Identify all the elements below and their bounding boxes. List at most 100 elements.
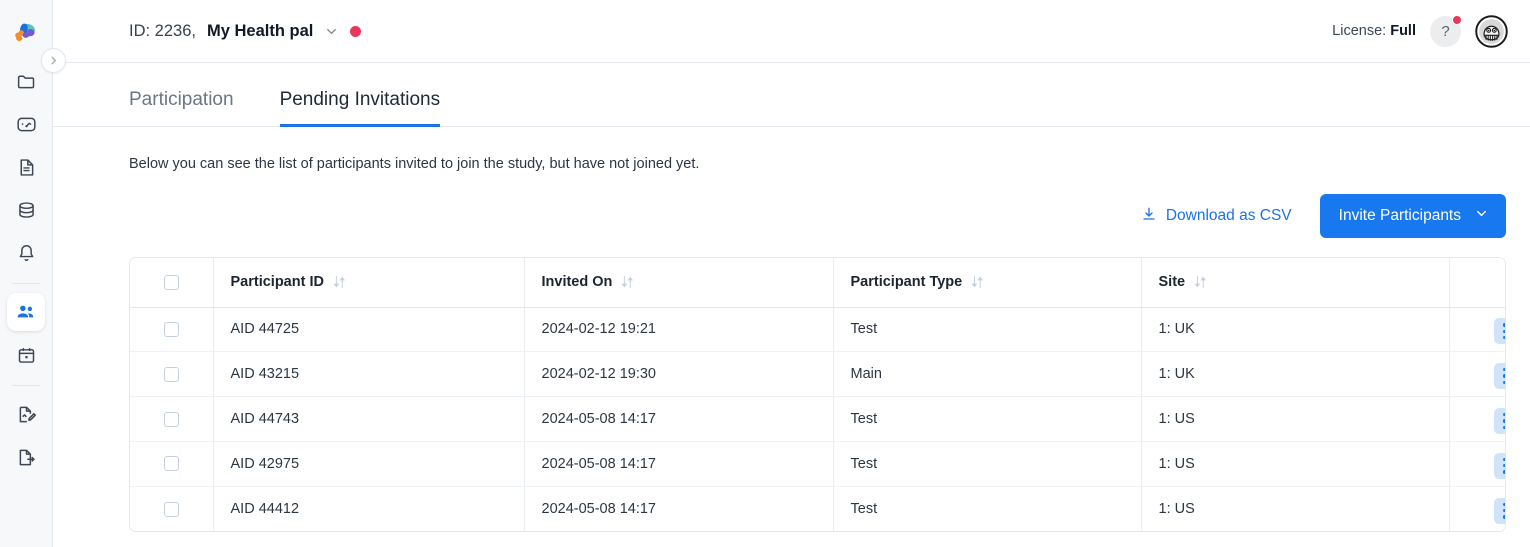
cell-invited-on: 2024-05-08 14:17 <box>524 486 834 531</box>
row-checkbox[interactable] <box>163 501 179 517</box>
column-participant-type-label: Participant Type <box>850 274 963 291</box>
download-csv-label: Download as CSV <box>1165 207 1292 224</box>
row-checkbox[interactable] <box>163 411 179 427</box>
table-header-row: Participant ID Invited On Participant Ty… <box>130 258 1505 308</box>
top-bar: ID: 2236, My Health pal License: Full ? <box>0 0 1530 63</box>
kebab-menu-icon[interactable] <box>1493 363 1505 390</box>
top-bar-right: License: Full ? <box>1332 14 1508 48</box>
avatar-icon <box>1475 14 1508 48</box>
chevron-down-icon[interactable] <box>324 24 339 39</box>
cell-participant-type: Test <box>833 441 1142 487</box>
app-root: ID: 2236, My Health pal License: Full ? <box>0 0 1530 547</box>
cell-site: 1: UK <box>1141 307 1450 353</box>
row-actions-cell <box>1449 307 1505 353</box>
cell-participant-id: AID 44725 <box>213 307 525 353</box>
cell-participant-id: AID 43215 <box>213 351 525 398</box>
column-invited-on[interactable]: Invited On <box>524 258 834 308</box>
row-select-cell <box>130 307 214 353</box>
cell-participant-type: Test <box>833 486 1142 531</box>
sidebar-item-dashboard[interactable] <box>7 105 45 143</box>
study-id-label: ID: 2236, <box>129 21 196 40</box>
sidebar-item-folder[interactable] <box>7 62 45 100</box>
sidebar-item-database[interactable] <box>7 191 45 229</box>
kebab-menu-icon[interactable] <box>1493 318 1505 345</box>
invite-participants-button[interactable]: Invite Participants <box>1319 194 1506 238</box>
column-select-all <box>130 258 214 308</box>
sort-icon[interactable] <box>621 275 634 289</box>
select-all-checkbox[interactable] <box>163 274 179 290</box>
cell-site: 1: US <box>1141 486 1450 531</box>
cell-site: 1: US <box>1141 441 1450 487</box>
study-title[interactable]: ID: 2236, My Health pal <box>129 21 362 41</box>
sidebar-item-notifications[interactable] <box>7 234 45 272</box>
license-status: License: Full <box>1332 23 1416 39</box>
column-actions <box>1449 258 1505 308</box>
kebab-menu-icon[interactable] <box>1493 452 1505 479</box>
tab-pending-invitations[interactable]: Pending Invitations <box>279 89 441 127</box>
row-checkbox[interactable] <box>163 366 179 382</box>
row-actions-cell <box>1449 486 1505 531</box>
table-row[interactable]: AID 42975 2024-05-08 14:17 Test 1: US <box>130 441 1505 487</box>
chevron-down-icon <box>1474 206 1489 226</box>
cell-invited-on: 2024-05-08 14:17 <box>524 441 834 487</box>
sort-icon[interactable] <box>971 275 984 289</box>
invite-participants-label: Invite Participants <box>1338 207 1461 224</box>
kebab-menu-icon[interactable] <box>1493 497 1505 524</box>
column-site-label: Site <box>1158 274 1186 291</box>
table-row[interactable]: AID 43215 2024-02-12 19:30 Main 1: UK <box>130 351 1505 398</box>
table-row[interactable]: AID 44725 2024-02-12 19:21 Test 1: UK <box>130 307 1505 353</box>
cell-site: 1: US <box>1141 396 1450 442</box>
cell-invited-on: 2024-02-12 19:30 <box>524 351 834 398</box>
row-actions-cell <box>1449 396 1505 442</box>
brain-puzzle-logo-icon <box>15 23 35 41</box>
sidebar-divider-2 <box>12 385 40 386</box>
column-participant-type[interactable]: Participant Type <box>833 258 1142 308</box>
tab-participation[interactable]: Participation <box>129 89 234 127</box>
main-area: ID: 2236, My Health pal License: Full ? <box>0 0 1530 547</box>
sidebar-item-document[interactable] <box>7 148 45 186</box>
license-value: Full <box>1390 23 1416 39</box>
table-row[interactable]: AID 44743 2024-05-08 14:17 Test 1: US <box>130 396 1505 442</box>
row-select-cell <box>130 441 214 487</box>
sidebar-item-document-edit[interactable] <box>7 395 45 433</box>
cell-participant-type: Main <box>833 351 1142 398</box>
row-checkbox[interactable] <box>163 456 179 472</box>
download-csv-button[interactable]: Download as CSV <box>1141 206 1292 227</box>
row-select-cell <box>130 396 214 442</box>
sidebar-divider <box>12 283 40 284</box>
download-icon <box>1141 206 1157 227</box>
kebab-menu-icon[interactable] <box>1493 407 1505 434</box>
avatar[interactable] <box>1475 14 1508 48</box>
sidebar-collapse-toggle[interactable] <box>41 48 66 73</box>
table-actions: Download as CSV Invite Participants <box>129 194 1506 238</box>
cell-participant-type: Test <box>833 396 1142 442</box>
sidebar-item-participants[interactable] <box>7 293 45 331</box>
row-actions-cell <box>1449 441 1505 487</box>
cell-participant-type: Test <box>833 307 1142 353</box>
column-site[interactable]: Site <box>1141 258 1450 308</box>
help-label: ? <box>1441 22 1450 40</box>
tab-bar: Participation Pending Invitations <box>53 63 1530 127</box>
sort-icon[interactable] <box>1194 275 1207 289</box>
row-checkbox[interactable] <box>163 322 179 338</box>
table-row[interactable]: AID 44412 2024-05-08 14:17 Test 1: US <box>130 486 1505 531</box>
status-dot <box>350 25 362 37</box>
cell-invited-on: 2024-02-12 19:21 <box>524 307 834 353</box>
invitations-table: Participant ID Invited On Participant Ty… <box>129 257 1506 532</box>
help-button[interactable]: ? <box>1430 14 1462 47</box>
page-description: Below you can see the list of participan… <box>129 156 700 172</box>
sidebar-item-document-export[interactable] <box>7 438 45 476</box>
content-area: Below you can see the list of participan… <box>53 127 1530 547</box>
study-name: My Health pal <box>206 21 314 40</box>
sidebar <box>0 0 53 547</box>
sort-icon[interactable] <box>333 275 346 289</box>
row-select-cell <box>130 486 214 531</box>
column-participant-id[interactable]: Participant ID <box>213 258 525 308</box>
column-participant-id-label: Participant ID <box>230 274 324 291</box>
row-select-cell <box>130 351 214 398</box>
cell-site: 1: UK <box>1141 351 1450 398</box>
cell-invited-on: 2024-05-08 14:17 <box>524 396 834 442</box>
cell-participant-id: AID 42975 <box>213 441 525 487</box>
sidebar-item-calendar[interactable] <box>7 336 45 374</box>
column-invited-on-label: Invited On <box>541 274 613 291</box>
